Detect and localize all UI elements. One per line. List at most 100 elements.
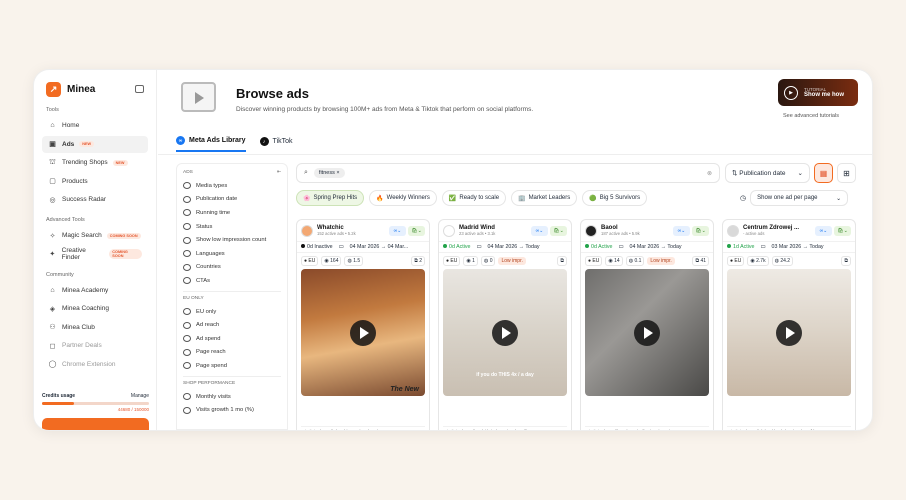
shopify-link-icon[interactable]: 🛍⌄ bbox=[408, 225, 425, 236]
sidebar-item-minea-academy[interactable]: ⌂ Minea Academy bbox=[42, 282, 148, 299]
tab-tiktok[interactable]: ♪ TikTok bbox=[259, 136, 293, 152]
advertiser-name[interactable]: Centrum Zdrowej ... bbox=[743, 225, 799, 232]
ad-card[interactable]: Whatchic 152 active ads • 5.2k ∞⌄ 🛍⌄ 0d Inac… bbox=[296, 219, 430, 431]
filter-eu-only[interactable]: EU only bbox=[183, 305, 281, 319]
sidebar-item-badge: NEW bbox=[79, 141, 95, 147]
ad-status: 0d Active bbox=[443, 244, 471, 250]
advertiser-info: Madrid Wind 23 active ads • 3.1k bbox=[459, 225, 495, 237]
manage-link[interactable]: Manage bbox=[131, 393, 149, 399]
tab-meta[interactable]: ∞ Meta Ads Library bbox=[176, 136, 246, 152]
bulb-icon: ✦ bbox=[49, 251, 56, 258]
advertiser-name[interactable]: Baool bbox=[601, 225, 640, 232]
filter-running-time[interactable]: Running time bbox=[183, 206, 281, 220]
advertiser-name[interactable]: Whatchic bbox=[317, 225, 356, 232]
sidebar-item-success-radar[interactable]: ◎ Success Radar bbox=[42, 191, 148, 208]
preset-weekly-winners[interactable]: 🔥 Weekly Winners bbox=[369, 190, 437, 206]
sidebar-item-partner-deals[interactable]: ◻ Partner Deals bbox=[42, 337, 148, 354]
advanced-tutorials-link[interactable]: See advanced tutorials bbox=[783, 113, 839, 119]
sidebar-item-creative-finder[interactable]: ✦ Creative Finder COMING SOON bbox=[42, 246, 148, 263]
status-dot bbox=[727, 244, 731, 248]
play-button[interactable] bbox=[776, 319, 802, 346]
shopify-link-icon[interactable]: 🛍⌄ bbox=[550, 225, 567, 236]
meta-link-icon[interactable]: ∞⌄ bbox=[673, 225, 690, 236]
search-bar[interactable]: ⌕ fitness × ⊗ bbox=[296, 163, 720, 183]
external-link-icon[interactable]: ↗ bbox=[421, 429, 425, 431]
external-link-icon[interactable]: ↗ bbox=[563, 429, 567, 431]
preset-ready-to-scale[interactable]: ✅ Ready to scale bbox=[441, 190, 507, 206]
collapse-filters-icon[interactable]: ⇤ bbox=[277, 170, 281, 175]
filters-panel: ADS ⇤ Media types Publication date Running t… bbox=[176, 163, 288, 430]
preset-icon: ✅ bbox=[448, 195, 457, 202]
search-chip[interactable]: fitness × bbox=[313, 168, 345, 178]
upgrade-button[interactable] bbox=[42, 418, 149, 430]
filter-group-title: ADS ⇤ bbox=[183, 170, 281, 175]
filter-page-spend[interactable]: Page spend bbox=[183, 359, 281, 373]
ad-card[interactable]: Baool 187 active ads • 5.9k ∞⌄ 🛍⌄ 0d Active ▭… bbox=[580, 219, 714, 431]
sidebar-item-products[interactable]: ▢ Products bbox=[42, 173, 148, 190]
filter-visits-growth-1-mo-[interactable]: Visits growth 1 mo (%) bbox=[183, 403, 281, 417]
play-button[interactable] bbox=[350, 319, 376, 346]
shopify-link-icon[interactable]: 🛍⌄ bbox=[834, 225, 851, 236]
filter-ad-reach[interactable]: Ad reach bbox=[183, 318, 281, 332]
sidebar-item-chrome-extension[interactable]: ◯ Chrome Extension bbox=[42, 356, 148, 373]
copies-value: 2 bbox=[419, 258, 422, 264]
filter-page-reach[interactable]: Page reach bbox=[183, 346, 281, 360]
grid-view-button[interactable]: ▦ bbox=[814, 163, 833, 183]
sidebar-item-ads[interactable]: ▣ Ads NEW bbox=[42, 135, 148, 153]
collapse-sidebar-icon[interactable] bbox=[135, 85, 144, 93]
external-link-icon[interactable]: ↗ bbox=[705, 429, 709, 431]
meta-link-icon[interactable]: ∞⌄ bbox=[531, 225, 548, 236]
clear-search-icon[interactable]: ⊗ bbox=[707, 170, 712, 177]
ad-media-thumbnail[interactable]: The New bbox=[301, 269, 425, 396]
filter-divider bbox=[183, 290, 281, 292]
product-url[interactable]: https://madridwind.com/products/lig2 bbox=[462, 429, 559, 430]
sort-select[interactable]: ⇅ Publication date ⌄ bbox=[725, 163, 810, 183]
play-button[interactable] bbox=[634, 319, 660, 346]
filter-media-types[interactable]: Media types bbox=[183, 179, 281, 193]
ad-status: 0d Inactive bbox=[301, 244, 333, 250]
product-url[interactable]: https://baool.com/collections/garmin... bbox=[604, 429, 701, 430]
coaching-icon: ◈ bbox=[49, 305, 56, 313]
filter-icon bbox=[183, 362, 191, 370]
ad-card[interactable]: Centrum Zdrowej ... - active ads ∞⌄ 🛍⌄ 1d Ac… bbox=[722, 219, 856, 431]
filter-languages[interactable]: Languages bbox=[183, 247, 281, 261]
credits-usage: Credits usage Manage 44680 / 150000 bbox=[42, 393, 149, 412]
sidebar-item-minea-coaching[interactable]: ◈ Minea Coaching bbox=[42, 300, 148, 317]
ad-media-thumbnail[interactable]: if you do THIS 4x / a day bbox=[443, 269, 567, 396]
shopify-link-icon[interactable]: 🛍⌄ bbox=[692, 225, 709, 236]
filter-icon bbox=[183, 348, 191, 356]
sidebar-item-home[interactable]: ⌂ Home bbox=[42, 117, 148, 134]
sidebar-item-trending-shops[interactable]: ⛫ Trending Shops NEW bbox=[42, 154, 148, 171]
preset-big-5-survivors[interactable]: 🟢 Big 5 Survivors bbox=[582, 190, 648, 206]
ad-card[interactable]: Madrid Wind 23 active ads • 3.1k ∞⌄ 🛍⌄ 0d Ac… bbox=[438, 219, 572, 431]
sidebar-item-minea-club[interactable]: ⚇ Minea Club bbox=[42, 319, 148, 336]
filter-show-low-impression-count[interactable]: Show low impression count bbox=[183, 233, 281, 247]
preset-market-leaders[interactable]: 🏢 Market Leaders bbox=[511, 190, 578, 206]
filter-ad-spend[interactable]: Ad spend bbox=[183, 332, 281, 346]
calendar-icon: ▭ bbox=[338, 244, 344, 250]
filter-publication-date[interactable]: Publication date bbox=[183, 193, 281, 207]
advertiser-stats: 152 active ads • 5.2k bbox=[317, 231, 356, 237]
filter-ctas[interactable]: CTAs bbox=[183, 274, 281, 288]
play-button[interactable] bbox=[492, 319, 518, 346]
advertiser-name[interactable]: Madrid Wind bbox=[459, 225, 495, 232]
ad-media-thumbnail[interactable] bbox=[727, 269, 851, 396]
preset-spring-prep-hits[interactable]: 🌸 Spring Prep Hits bbox=[296, 190, 365, 206]
reach-metric: ◍ 0.1 bbox=[625, 256, 645, 266]
ad-media-thumbnail[interactable] bbox=[585, 269, 709, 396]
external-link-icon[interactable]: ↗ bbox=[847, 429, 851, 431]
per-page-select[interactable]: Show one ad per page ⌄ bbox=[750, 190, 849, 206]
meta-link-icon[interactable]: ∞⌄ bbox=[389, 225, 406, 236]
product-url[interactable]: https://whatchic.com/products/mm... bbox=[320, 429, 417, 430]
tutorial-button[interactable]: ▶ TUTORIAL Show me how bbox=[778, 79, 858, 106]
advertiser-stats: 187 active ads • 5.9k bbox=[601, 231, 640, 237]
meta-link-icon[interactable]: ∞⌄ bbox=[815, 225, 832, 236]
filter-status[interactable]: Status bbox=[183, 220, 281, 234]
sidebar-item-label: Chrome Extension bbox=[62, 360, 116, 368]
filter-countries[interactable]: Countries bbox=[183, 261, 281, 275]
sidebar-item-magic-search[interactable]: ✧ Magic Search COMING SOON bbox=[42, 227, 148, 244]
sidebar-item-label: Minea Coaching bbox=[62, 305, 109, 312]
compact-view-button[interactable]: ⊞ bbox=[837, 163, 856, 183]
filter-monthly-visits[interactable]: Monthly visits bbox=[183, 390, 281, 404]
product-url[interactable]: https://glphealthspl.shop/products/kb... bbox=[746, 429, 843, 430]
